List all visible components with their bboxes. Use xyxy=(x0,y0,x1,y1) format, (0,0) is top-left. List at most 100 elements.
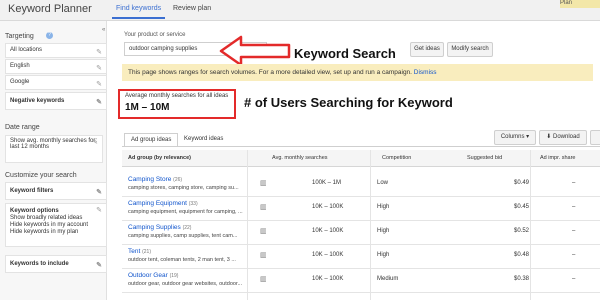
column-divider xyxy=(530,150,531,300)
bid-cell: $0.45 xyxy=(514,204,530,210)
avg-searches-cell: 10K – 100K xyxy=(312,276,344,282)
targeting-label: Targeting xyxy=(5,33,34,40)
ad-group-keywords: camping stores, camping store, camping s… xyxy=(128,185,239,191)
columns-label: Columns xyxy=(500,134,525,140)
pencil-icon: ✎ xyxy=(96,189,102,196)
collapse-sidebar-icon[interactable]: « xyxy=(102,27,105,33)
keywords-to-include-box[interactable]: Keywords to include ✎ xyxy=(5,255,107,273)
download-icon: ⬇ xyxy=(546,134,552,140)
dismiss-link[interactable]: Dismiss xyxy=(414,69,437,76)
annotation-users-searching: # of Users Searching for Keyword xyxy=(244,95,453,110)
avg-searches-value: 1M – 10M xyxy=(125,102,170,113)
ad-group-keywords: outdoor gear, outdoor gear websites, out… xyxy=(128,281,243,287)
help-icon[interactable]: ? xyxy=(46,32,53,39)
column-divider xyxy=(370,150,371,300)
download-button[interactable]: ⬇ Download xyxy=(539,130,587,145)
sidebar-item-network[interactable]: Google ✎ xyxy=(5,75,107,90)
avg-searches-box: Average monthly searches for all ideas 1… xyxy=(118,89,236,119)
keyword-option-line: Hide keywords in my plan xyxy=(10,229,79,235)
competition-cell: High xyxy=(377,204,390,210)
notice-text: This page shows ranges for search volume… xyxy=(128,69,412,76)
trend-chart-icon[interactable]: ▥ xyxy=(260,227,267,235)
header-ad-impr-share[interactable]: Ad impr. share xyxy=(540,155,575,161)
keyword-filters-box[interactable]: Keyword filters ✎ xyxy=(5,182,107,200)
sidebar-item-negative-keywords[interactable]: Negative keywords ✎ xyxy=(5,92,107,110)
modify-search-button[interactable]: Modify search xyxy=(447,42,493,57)
table-row[interactable]: Outdoor Gear (19) outdoor gear, outdoor … xyxy=(122,269,600,293)
impr-share-cell: – xyxy=(572,252,576,258)
tab-review-plan[interactable]: Review plan xyxy=(173,5,211,12)
pencil-icon: ✎ xyxy=(96,207,102,214)
sidebar-item-label: All locations xyxy=(10,47,43,53)
table-row[interactable]: Camping Store (26) camping stores, campi… xyxy=(122,173,600,197)
keyword-option-line: Hide keywords in my account xyxy=(10,222,89,228)
tab-find-keywords[interactable]: Find keywords xyxy=(111,5,166,19)
keyword-filters-label: Keyword filters xyxy=(10,188,54,194)
sidebar-item-label: Negative keywords xyxy=(10,98,65,104)
columns-button[interactable]: Columns ▾ xyxy=(494,130,536,145)
bid-cell: $0.48 xyxy=(514,252,530,258)
avg-searches-cell: 100K – 1M xyxy=(312,180,342,186)
trend-chart-icon[interactable]: ▥ xyxy=(260,251,267,259)
impr-share-cell: – xyxy=(572,276,576,282)
more-button[interactable] xyxy=(590,130,600,145)
header-competition[interactable]: Competition xyxy=(382,155,411,161)
ad-group-keywords: camping equipment, equipment for camping… xyxy=(128,209,243,215)
avg-searches-cell: 10K – 100K xyxy=(312,228,344,234)
trend-chart-icon[interactable]: ▥ xyxy=(260,275,267,283)
app-title: Keyword Planner xyxy=(8,3,92,15)
get-ideas-button[interactable]: Get ideas xyxy=(410,42,444,57)
column-divider xyxy=(247,150,248,300)
notice-banner: This page shows ranges for search volume… xyxy=(122,64,593,81)
table-row[interactable]: Camping Equipment (33) camping equipment… xyxy=(122,197,600,221)
sidebar-item-language[interactable]: English ✎ xyxy=(5,59,107,74)
pencil-icon: ✎ xyxy=(92,139,98,146)
impr-share-cell: – xyxy=(572,204,576,210)
impr-share-cell: – xyxy=(572,228,576,234)
competition-cell: Medium xyxy=(377,276,399,282)
annotation-keyword-search: Keyword Search xyxy=(294,46,396,61)
sidebar-item-locations[interactable]: All locations ✎ xyxy=(5,43,107,58)
ad-group-link[interactable]: Camping Store (26) xyxy=(128,176,182,183)
impr-share-cell: – xyxy=(572,180,576,186)
ad-group-link[interactable]: Tent (21) xyxy=(128,248,151,255)
keyword-option-line: Show broadly related ideas xyxy=(10,215,83,221)
header-ad-group[interactable]: Ad group (by relevance) xyxy=(128,155,191,161)
ad-group-keywords: camping supplies, camp supplies, tent ca… xyxy=(128,233,238,239)
pencil-icon: ✎ xyxy=(96,99,102,106)
ad-group-keywords: outdoor tent, coleman tents, 2 man tent,… xyxy=(128,257,236,263)
avg-searches-cell: 10K – 100K xyxy=(312,252,344,258)
ad-group-link[interactable]: Outdoor Gear (19) xyxy=(128,272,178,279)
bid-cell: $0.38 xyxy=(514,276,530,282)
keyword-options-box[interactable]: Keyword options Show broadly related ide… xyxy=(5,203,107,247)
download-label: Download xyxy=(553,134,580,140)
bid-cell: $0.49 xyxy=(514,180,530,186)
pencil-icon: ✎ xyxy=(96,65,102,72)
date-range-box[interactable]: Show avg. monthly searches for: last 12 … xyxy=(5,135,103,163)
date-range-value: Show avg. monthly searches for: last 12 … xyxy=(10,138,98,150)
tab-ad-group-ideas[interactable]: Ad group ideas xyxy=(124,133,179,147)
ad-group-link[interactable]: Camping Equipment (33) xyxy=(128,200,198,207)
date-range-label: Date range xyxy=(5,124,40,131)
competition-cell: High xyxy=(377,228,390,234)
header-avg-searches[interactable]: Avg. monthly searches xyxy=(272,155,328,161)
ad-group-link[interactable]: Camping Supplies (22) xyxy=(128,224,191,231)
trend-chart-icon[interactable]: ▥ xyxy=(260,203,267,211)
search-label: Your product or service xyxy=(124,32,186,38)
pencil-icon: ✎ xyxy=(96,262,102,269)
avg-searches-label: Average monthly searches for all ideas xyxy=(125,93,229,99)
sidebar-item-label: Google xyxy=(10,79,30,85)
header-suggested-bid[interactable]: Suggested bid xyxy=(467,155,502,161)
customize-label: Customize your search xyxy=(5,172,77,179)
table-row[interactable]: Tent (21) outdoor tent, coleman tents, 2… xyxy=(122,245,600,269)
keywords-to-include-label: Keywords to include xyxy=(10,261,69,267)
annotation-arrow-icon xyxy=(219,35,291,67)
keyword-options-title: Keyword options xyxy=(10,208,59,214)
top-right-button[interactable]: Plan xyxy=(560,0,600,8)
pencil-icon: ✎ xyxy=(96,49,102,56)
tab-divider xyxy=(122,146,600,147)
pencil-icon: ✎ xyxy=(96,81,102,88)
trend-chart-icon[interactable]: ▥ xyxy=(260,179,267,187)
table-row[interactable]: Camping Supplies (22) camping supplies, … xyxy=(122,221,600,245)
tab-keyword-ideas[interactable]: Keyword ideas xyxy=(178,133,229,146)
